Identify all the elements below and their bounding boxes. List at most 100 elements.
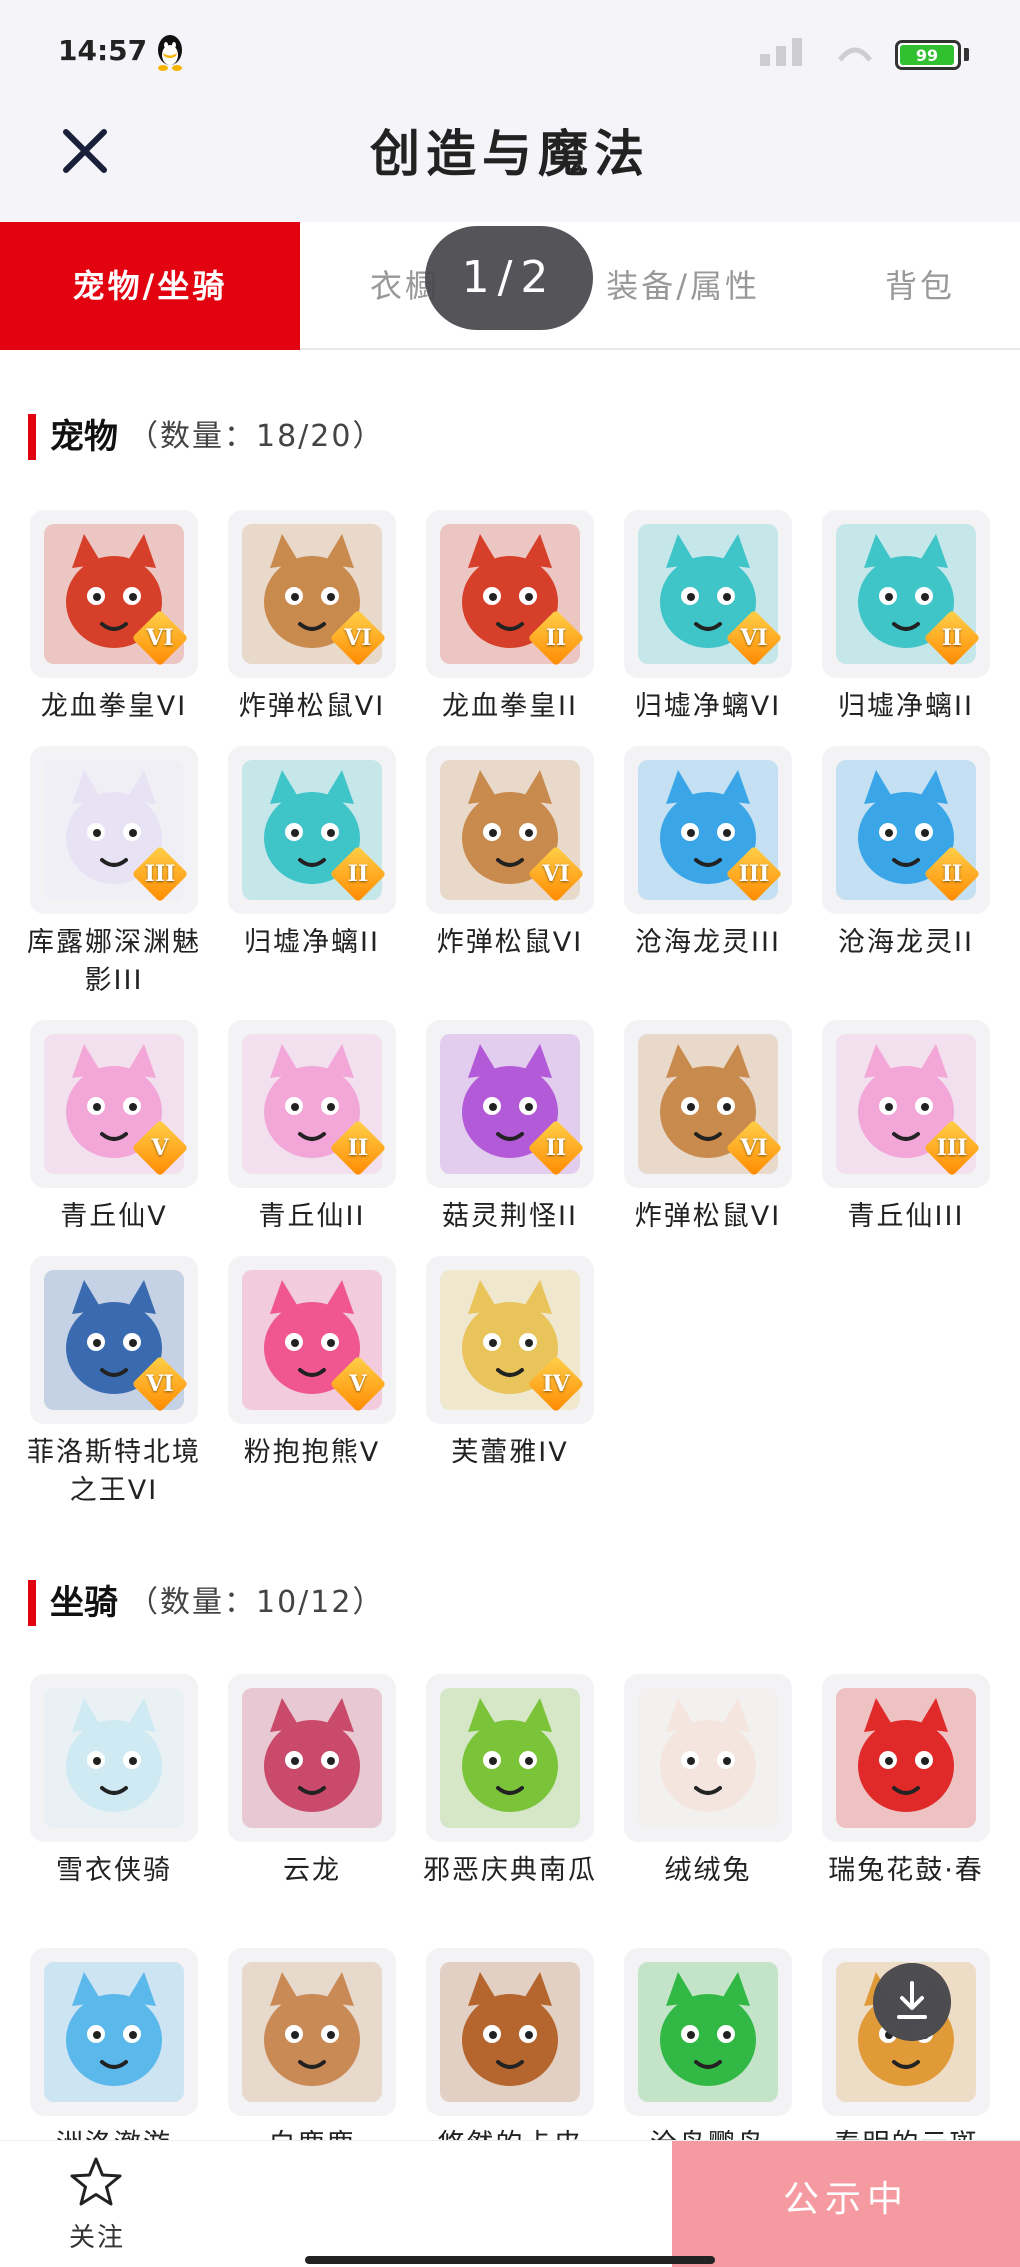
tab-backpack[interactable]: 背包 [820, 222, 1020, 350]
level-badge-icon: II [329, 1119, 387, 1177]
capybara-icon [440, 1962, 580, 2102]
section-accent-bar [28, 1580, 36, 1626]
pets-section-count: （数量：18/20） [128, 419, 385, 454]
item-thumbnail: IV [426, 1256, 594, 1424]
mount-item[interactable]: 洲洛澈游 [30, 1948, 198, 2164]
item-thumbnail: II [822, 746, 990, 914]
level-badge-text: VI [740, 1135, 768, 1161]
level-badge-icon: V [131, 1119, 189, 1177]
public-notice-button[interactable]: 公示中 [672, 2141, 1020, 2267]
pet-item[interactable]: VI 归墟净螭VI [624, 510, 792, 726]
level-badge-text: III [936, 1135, 968, 1161]
green-parrot-icon [638, 1962, 778, 2102]
star-icon[interactable] [68, 2155, 124, 2211]
item-name: 菇灵荆怪II [442, 1201, 578, 1232]
level-badge-icon: IV [527, 1355, 585, 1413]
level-badge-icon: V [329, 1355, 387, 1413]
pet-item[interactable]: II 菇灵荆怪II [426, 1020, 594, 1236]
pet-item[interactable]: VI 炸弹松鼠VI [228, 510, 396, 726]
pet-item[interactable]: VI 炸弹松鼠VI [624, 1020, 792, 1236]
mounts-section-count: （数量：10/12） [128, 1585, 385, 1620]
download-icon[interactable] [873, 1963, 951, 2041]
fluffy-rabbit-icon [638, 1688, 778, 1828]
pet-item[interactable]: IV 芙蕾雅IV [426, 1256, 594, 1472]
level-badge-text: VI [344, 625, 372, 651]
follow-label[interactable]: 关注 [52, 2217, 142, 2254]
level-badge-text: II [545, 625, 567, 651]
item-thumbnail: VI [228, 510, 396, 678]
level-badge-icon: VI [725, 1119, 783, 1177]
item-thumbnail [228, 1674, 396, 1842]
battery-icon: 99 [895, 40, 961, 70]
item-thumbnail: III [624, 746, 792, 914]
level-badge-text: III [144, 861, 176, 887]
tab-pets-mounts[interactable]: 宠物/坐骑 [0, 222, 300, 350]
item-thumbnail [30, 1948, 198, 2116]
item-name: 云龙 [283, 1855, 341, 1886]
level-badge-text: II [347, 1135, 369, 1161]
pets-section-title: 宠物 [50, 417, 118, 457]
mount-item[interactable]: 云龙 [228, 1674, 396, 1890]
level-badge-icon: VI [131, 1355, 189, 1413]
mount-item[interactable]: 沧鸟鹦鸟 [624, 1948, 792, 2164]
item-name: 炸弹松鼠VI [634, 1201, 782, 1232]
mounts-section-title: 坐骑 [50, 1583, 118, 1623]
level-badge-icon: II [527, 609, 585, 667]
level-badge-icon: II [923, 845, 981, 903]
status-time: 14:57 [58, 34, 148, 67]
level-badge-text: V [349, 1371, 367, 1397]
item-name: 邪恶庆典南瓜 [423, 1855, 597, 1886]
item-name: 炸弹松鼠VI [436, 927, 584, 958]
item-thumbnail [426, 1948, 594, 2116]
item-name: 绒绒兔 [664, 1855, 752, 1886]
level-badge-text: VI [542, 861, 570, 887]
bottom-action-bar: 关注 公示中 [0, 2140, 1020, 2267]
level-badge-icon: VI [725, 609, 783, 667]
mount-item[interactable]: 邪恶庆典南瓜 [423, 1674, 595, 1890]
level-badge-text: II [941, 861, 963, 887]
mount-item[interactable]: 绒绒兔 [624, 1674, 792, 1890]
item-name: 归墟净螭II [244, 927, 380, 958]
mount-item[interactable]: 雪衣侠骑 [30, 1674, 198, 1890]
pet-item[interactable]: VI 炸弹松鼠VI [426, 746, 594, 962]
mount-item[interactable]: 白鹿鹿 [228, 1948, 396, 2164]
pet-item[interactable]: II 沧海龙灵II [822, 746, 990, 962]
pet-item[interactable]: V 粉抱抱熊V [228, 1256, 396, 1472]
item-name: 粉抱抱熊V [243, 1437, 381, 1468]
item-name: 青丘仙II [258, 1201, 366, 1232]
pet-item[interactable]: III 青丘仙III [822, 1020, 990, 1236]
level-badge-icon: III [923, 1119, 981, 1177]
level-badge-icon: III [131, 845, 189, 903]
mount-item[interactable]: 瑞兔花鼓·春 [822, 1674, 990, 1890]
pet-item[interactable]: II 归墟净螭II [822, 510, 990, 726]
item-name: 沧海龙灵II [838, 927, 974, 958]
pet-item[interactable]: II 青丘仙II [228, 1020, 396, 1236]
level-badge-icon: VI [527, 845, 585, 903]
level-badge-icon: VI [329, 609, 387, 667]
pet-item[interactable]: VI 菲洛斯特北境之王VI [27, 1256, 199, 1510]
level-badge-icon: II [329, 845, 387, 903]
item-name: 瑞兔花鼓·春 [828, 1855, 984, 1886]
home-indicator [305, 2256, 715, 2264]
pet-item[interactable]: III 库露娜深渊魅影III [27, 746, 199, 1000]
pet-item[interactable]: III 沧海龙灵III [624, 746, 792, 962]
qq-penguin-icon [158, 35, 182, 71]
item-thumbnail: II [228, 746, 396, 914]
level-badge-text: IV [542, 1371, 570, 1397]
item-thumbnail: VI [30, 1256, 198, 1424]
section-accent-bar [28, 414, 36, 460]
cloud-dragon-icon [242, 1688, 382, 1828]
item-name: 归墟净螭VI [634, 691, 782, 722]
pet-item[interactable]: V 青丘仙V [30, 1020, 198, 1236]
pet-item[interactable]: II 归墟净螭II [228, 746, 396, 962]
item-name: 归墟净螭II [838, 691, 974, 722]
item-thumbnail [30, 1674, 198, 1842]
item-thumbnail: VI [30, 510, 198, 678]
item-thumbnail: VI [426, 746, 594, 914]
item-thumbnail: II [822, 510, 990, 678]
page-indicator: 1/2 [425, 226, 593, 330]
pet-item[interactable]: VI 龙血拳皇VI [30, 510, 198, 726]
mount-item[interactable]: 悠然的卡皮 [426, 1948, 594, 2164]
level-badge-icon: VI [131, 609, 189, 667]
pet-item[interactable]: II 龙血拳皇II [426, 510, 594, 726]
